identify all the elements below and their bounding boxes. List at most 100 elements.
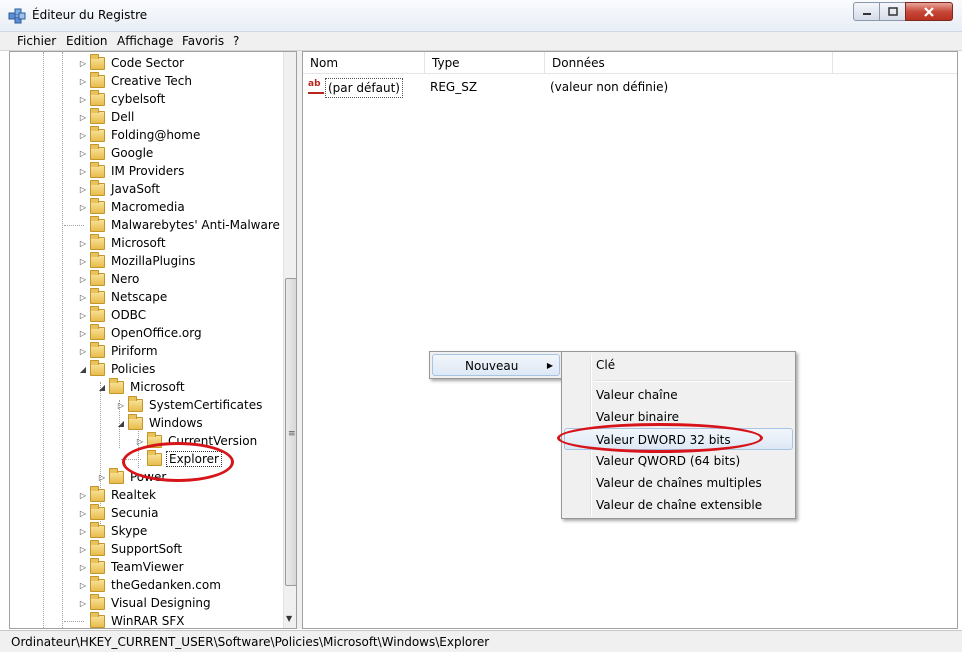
menu-affichage[interactable]: Affichage: [117, 34, 173, 48]
tree-item-label: WinRAR SFX: [111, 614, 185, 628]
tree-item[interactable]: ▷ Macromedia: [78, 197, 187, 216]
tree-item[interactable]: ▷ Microsoft: [78, 233, 168, 252]
expand-icon[interactable]: ▷: [78, 131, 88, 140]
close-button[interactable]: [905, 2, 953, 21]
expand-icon[interactable]: ▷: [78, 563, 88, 572]
tree-item[interactable]: ▷ Power: [97, 467, 168, 486]
folder-icon: [90, 323, 105, 340]
folder-icon: [90, 71, 105, 88]
tree-item[interactable]: WinRAR SFX: [78, 611, 187, 628]
expand-icon[interactable]: ▷: [78, 329, 88, 338]
tree-item-label: Secunia: [111, 506, 159, 520]
expand-icon[interactable]: ▷: [78, 599, 88, 608]
tree-item[interactable]: ▷ Skype: [78, 521, 149, 540]
tree-item[interactable]: ◢ Policies: [78, 359, 157, 378]
expand-icon[interactable]: ▷: [78, 95, 88, 104]
expand-icon[interactable]: ▷: [78, 545, 88, 554]
expand-icon[interactable]: ▷: [78, 527, 88, 536]
menu-item-chaine-extensible[interactable]: Valeur de chaîne extensible: [564, 494, 793, 516]
tree-item[interactable]: ▷ Piriform: [78, 341, 160, 360]
tree-item[interactable]: ▷ JavaSoft: [78, 179, 162, 198]
expand-icon[interactable]: ▷: [78, 149, 88, 158]
expand-icon[interactable]: ▷: [78, 293, 88, 302]
menu-item-valeur-chaine[interactable]: Valeur chaîne: [564, 384, 793, 406]
minimize-button[interactable]: [853, 2, 880, 21]
menu-item-valeur-dword[interactable]: Valeur DWORD 32 bits: [564, 428, 793, 450]
expand-icon[interactable]: ▷: [135, 437, 145, 446]
registry-tree[interactable]: ▷ Code Sector ▷ Creative Tech ▷ cybelsoft ▷ Del…: [9, 51, 297, 629]
expand-icon[interactable]: ▷: [78, 113, 88, 122]
tree-item[interactable]: ▷ cybelsoft: [78, 89, 167, 108]
expand-icon[interactable]: ▷: [97, 473, 107, 482]
list-row[interactable]: ab (par défaut) REG_SZ (valeur non défin…: [303, 78, 957, 98]
scroll-down-icon[interactable]: ▼: [286, 614, 292, 623]
menu-item-valeur-binaire[interactable]: Valeur binaire: [564, 406, 793, 428]
menu-item-valeur-qword[interactable]: Valeur QWORD (64 bits): [564, 450, 793, 472]
menu-favoris[interactable]: Favoris: [182, 34, 224, 48]
tree-item[interactable]: ▷ OpenOffice.org: [78, 323, 204, 342]
tree-item[interactable]: ▷ Code Sector: [78, 53, 186, 72]
folder-icon: [90, 557, 105, 574]
tree-scrollbar[interactable]: ≡ ▼: [283, 52, 296, 628]
tree-item[interactable]: ▷ MozillaPlugins: [78, 251, 197, 270]
tree-item[interactable]: Explorer: [135, 449, 222, 468]
collapse-icon[interactable]: ◢: [97, 383, 107, 392]
values-list[interactable]: Nom Type Données ab (par défaut) REG_SZ …: [302, 51, 958, 629]
menu-fichier[interactable]: Fichier: [17, 34, 56, 48]
menu-item-label: Valeur de chaînes multiples: [596, 476, 762, 490]
tree-item[interactable]: ▷ Nero: [78, 269, 141, 288]
maximize-button[interactable]: [879, 2, 906, 21]
tree-item-label: Malwarebytes' Anti-Malware: [111, 218, 280, 232]
tree-item[interactable]: ▷ IM Providers: [78, 161, 186, 180]
column-header-nom[interactable]: Nom: [303, 52, 425, 74]
tree-item[interactable]: ▷ ODBC: [78, 305, 148, 324]
expand-icon[interactable]: ▷: [78, 77, 88, 86]
menu-item-cle[interactable]: Clé: [564, 354, 793, 376]
menu-edition[interactable]: Edition: [66, 34, 108, 48]
collapse-icon[interactable]: ◢: [116, 419, 126, 428]
tree-item-label: SystemCertificates: [149, 398, 263, 412]
menu-item-chaines-multiples[interactable]: Valeur de chaînes multiples: [564, 472, 793, 494]
tree-item[interactable]: ◢ Windows: [116, 413, 205, 432]
menu-separator: [594, 380, 793, 382]
scroll-thumb[interactable]: ≡: [285, 278, 296, 586]
tree-item[interactable]: Malwarebytes' Anti-Malware: [78, 215, 282, 234]
expand-icon[interactable]: ▷: [78, 491, 88, 500]
expand-icon[interactable]: ▷: [78, 167, 88, 176]
tree-item[interactable]: ▷ Secunia: [78, 503, 161, 522]
expand-icon[interactable]: ▷: [116, 401, 126, 410]
expand-icon[interactable]: ▷: [78, 311, 88, 320]
expand-icon[interactable]: ▷: [78, 347, 88, 356]
tree-item[interactable]: ◢ Microsoft: [97, 377, 187, 396]
tree-item[interactable]: ▷ theGedanken.com: [78, 575, 223, 594]
tree-item[interactable]: ▷ Realtek: [78, 485, 158, 504]
expand-icon[interactable]: ▷: [78, 275, 88, 284]
expand-icon[interactable]: ▷: [78, 185, 88, 194]
tree-item[interactable]: ▷ Creative Tech: [78, 71, 194, 90]
expand-icon[interactable]: ▷: [78, 203, 88, 212]
tree-item[interactable]: ▷ Folding@home: [78, 125, 202, 144]
expand-icon[interactable]: ▷: [78, 239, 88, 248]
column-header-donnees[interactable]: Données: [545, 52, 833, 74]
tree-item[interactable]: ▷ SupportSoft: [78, 539, 184, 558]
expand-icon[interactable]: ▷: [78, 59, 88, 68]
tree-item[interactable]: ▷ Dell: [78, 107, 136, 126]
tree-item[interactable]: ▷ TeamViewer: [78, 557, 186, 576]
list-header: Nom Type Données: [303, 52, 957, 74]
tree-item[interactable]: ▷ Google: [78, 143, 155, 162]
menu-item-nouveau[interactable]: Nouveau ▶: [432, 354, 560, 376]
value-name: (par défaut): [325, 78, 403, 98]
tree-item[interactable]: ▷ SystemCertificates: [116, 395, 264, 414]
expand-icon[interactable]: ▷: [78, 257, 88, 266]
tree-item[interactable]: ▷ Visual Designing: [78, 593, 213, 612]
tree-item-label: Folding@home: [111, 128, 201, 142]
menu-help[interactable]: ?: [233, 34, 239, 48]
tree-item[interactable]: ▷ CurrentVersion: [135, 431, 259, 450]
tree-item[interactable]: ▷ Netscape: [78, 287, 169, 306]
tree-item-label: Netscape: [111, 290, 168, 304]
collapse-icon[interactable]: ◢: [78, 365, 88, 374]
tree-item-label: CurrentVersion: [168, 434, 258, 448]
expand-icon[interactable]: ▷: [78, 581, 88, 590]
expand-icon[interactable]: ▷: [78, 509, 88, 518]
column-header-type[interactable]: Type: [425, 52, 545, 74]
